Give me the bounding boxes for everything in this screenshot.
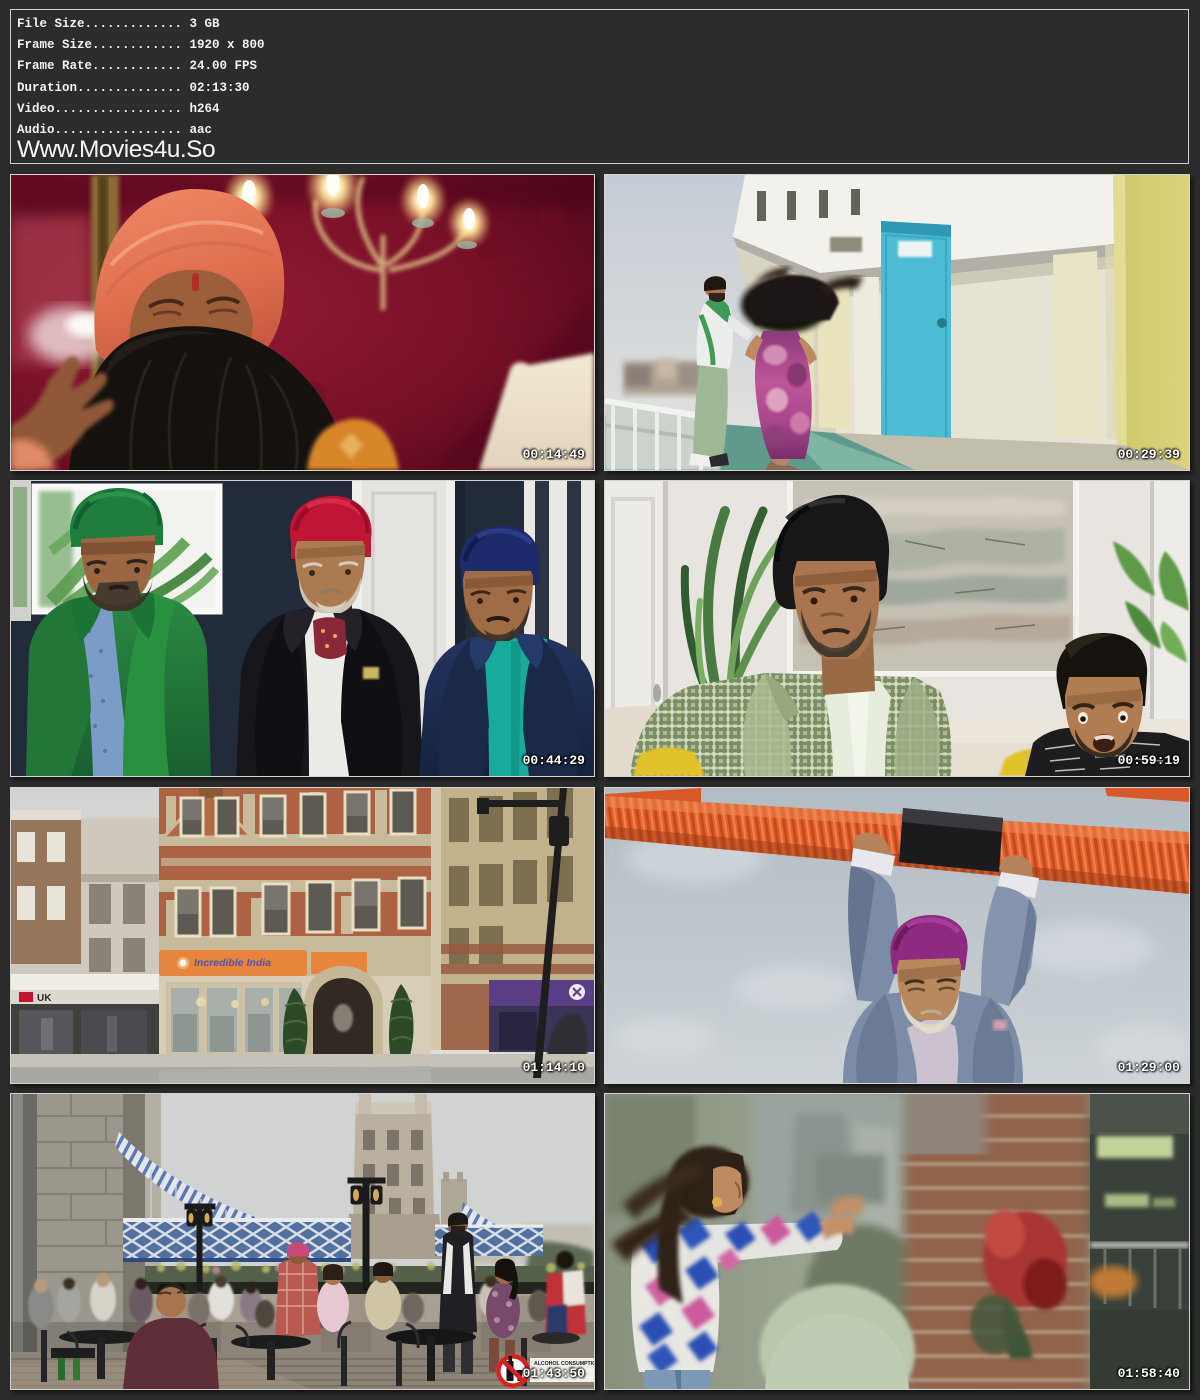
svg-text:UK: UK	[37, 993, 52, 1004]
svg-text:Incredible India: Incredible India	[194, 957, 271, 969]
